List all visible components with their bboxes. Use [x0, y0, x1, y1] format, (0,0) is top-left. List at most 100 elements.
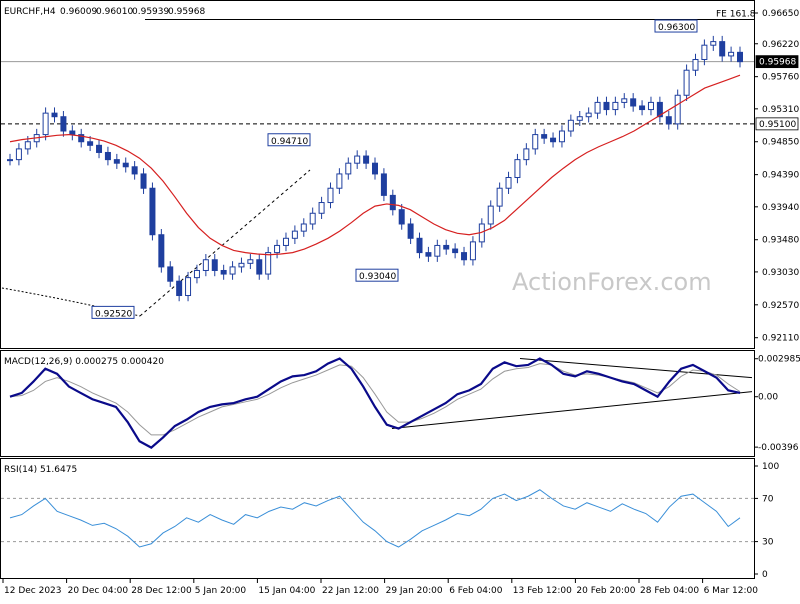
candle-body: [229, 266, 236, 275]
candle-body: [15, 148, 22, 161]
candle-body: [372, 162, 378, 175]
candle-body: [96, 144, 103, 153]
candle-body: [550, 137, 557, 143]
candle-body: [104, 151, 111, 161]
rsi-tick-label: 0: [762, 570, 768, 580]
watermark-text: ActionForex.com: [512, 268, 712, 296]
price-tick-label: 0.92570: [762, 301, 799, 311]
candle-body: [630, 98, 637, 107]
macd-lower-trendline: [391, 391, 753, 430]
rsi-title: RSI(14) 51.6475: [4, 465, 77, 475]
candle-body: [505, 177, 512, 189]
candle-body: [541, 134, 548, 139]
candle-body: [131, 166, 138, 175]
price-panel-frame: [0, 0, 755, 349]
candle-body: [576, 116, 583, 121]
time-tick-label: 6 Feb 04:00: [449, 586, 503, 596]
time-tick-label: 28 Dec 12:00: [131, 586, 192, 596]
price-axis: 0.96650 0.96220 0.95760 0.95310 0.94850 0.943…: [754, 9, 799, 344]
time-tick-label: 20 Dec 04:00: [68, 586, 129, 596]
candle-body: [51, 112, 58, 118]
candle-body: [639, 105, 646, 111]
time-tick-label: 20 Feb 20:00: [576, 586, 635, 596]
candle-body: [461, 252, 468, 261]
price-tick-label: 0.93940: [762, 203, 799, 213]
ohlc-high: 0.96010: [96, 7, 133, 17]
candle-body: [345, 162, 352, 175]
macd-title: MACD(12,26,9) 0.000275 0.000420: [4, 357, 164, 367]
candle-body: [567, 119, 574, 132]
candle-body: [443, 244, 450, 250]
candle-body: [425, 252, 432, 257]
candle-body: [469, 241, 476, 261]
price-tick-label: 0.92110: [762, 334, 799, 344]
candle-body: [140, 173, 147, 189]
candle-body: [274, 244, 281, 254]
candle-body: [647, 101, 654, 111]
candle-body: [692, 58, 699, 71]
candle-body: [87, 141, 94, 146]
candle-body: [389, 194, 396, 211]
price-candles: [7, 35, 743, 302]
candle-body: [532, 134, 539, 150]
price-tag-label: 0.95968: [759, 58, 796, 68]
candle-body: [265, 252, 272, 275]
time-tick-label: 29 Jan 20:00: [386, 586, 443, 596]
candle-body: [585, 112, 592, 118]
candle-body: [291, 230, 298, 239]
candle-body: [354, 155, 361, 164]
candle-body: [363, 155, 370, 164]
candle-body: [434, 244, 441, 257]
swing-label: 0.94710: [271, 137, 308, 147]
candle-body: [238, 262, 245, 268]
swing-label: 0.93040: [359, 272, 396, 282]
price-tick-label: 0.93030: [762, 268, 799, 278]
macd-signal-line: [9, 363, 741, 436]
candle-body: [336, 173, 343, 189]
candle-body: [701, 44, 708, 60]
candle-body: [621, 98, 628, 103]
candle-body: [683, 69, 690, 96]
candle-body: [60, 116, 67, 132]
price-tick-label: 0.94390: [762, 171, 799, 181]
price-tick-label: 0.95760: [762, 73, 799, 83]
time-tick-label: 15 Jan 04:00: [258, 586, 315, 596]
candle-body: [407, 223, 414, 239]
symbol-label: EURCHF,H4: [4, 7, 56, 17]
candle-body: [113, 159, 120, 164]
candle-body: [728, 51, 735, 57]
macd-tick-label: -0.00396: [758, 443, 799, 453]
ohlc-open: 0.96009: [60, 7, 97, 17]
time-tick-label: 5 Jan 20:00: [195, 586, 247, 596]
fibonacci-label: FE 161.8: [716, 9, 756, 19]
candle-body: [282, 237, 289, 246]
ohlc-low: 0.95939: [132, 7, 169, 17]
candle-body: [176, 280, 183, 297]
candle-body: [300, 223, 307, 232]
macd-tick-label: 0.00: [758, 393, 778, 403]
candle-body: [42, 112, 49, 136]
candle-body: [416, 237, 423, 254]
candle-body: [603, 101, 610, 111]
candle-body: [256, 259, 263, 275]
rsi-tick-label: 100: [762, 462, 779, 472]
time-tick-label: 6 Mar 12:00: [704, 586, 759, 596]
price-tag-label: 0.95100: [759, 120, 796, 130]
ohlc-close: 0.95968: [168, 7, 205, 17]
candle-body: [185, 277, 192, 297]
rsi-tick-label: 30: [762, 538, 774, 548]
candle-body: [558, 130, 565, 143]
candle-body: [193, 269, 200, 279]
time-tick-label: 28 Feb 04:00: [640, 586, 699, 596]
time-tick-label: 13 Feb 12:00: [513, 586, 572, 596]
candle-body: [523, 148, 530, 161]
candle-body: [496, 187, 503, 207]
candle-body: [211, 259, 218, 271]
price-tick-label: 0.94850: [762, 138, 799, 148]
candle-body: [158, 234, 165, 268]
candle-body: [220, 269, 227, 275]
swing-label: 0.96300: [658, 23, 695, 33]
macd-layer: 0.002985 0.00 -0.00396: [9, 355, 800, 453]
price-tick-label: 0.96220: [762, 40, 799, 50]
time-axis: 12 Dec 2023 20 Dec 04:00 28 Dec 12:00 5 Jan…: [2, 579, 759, 596]
